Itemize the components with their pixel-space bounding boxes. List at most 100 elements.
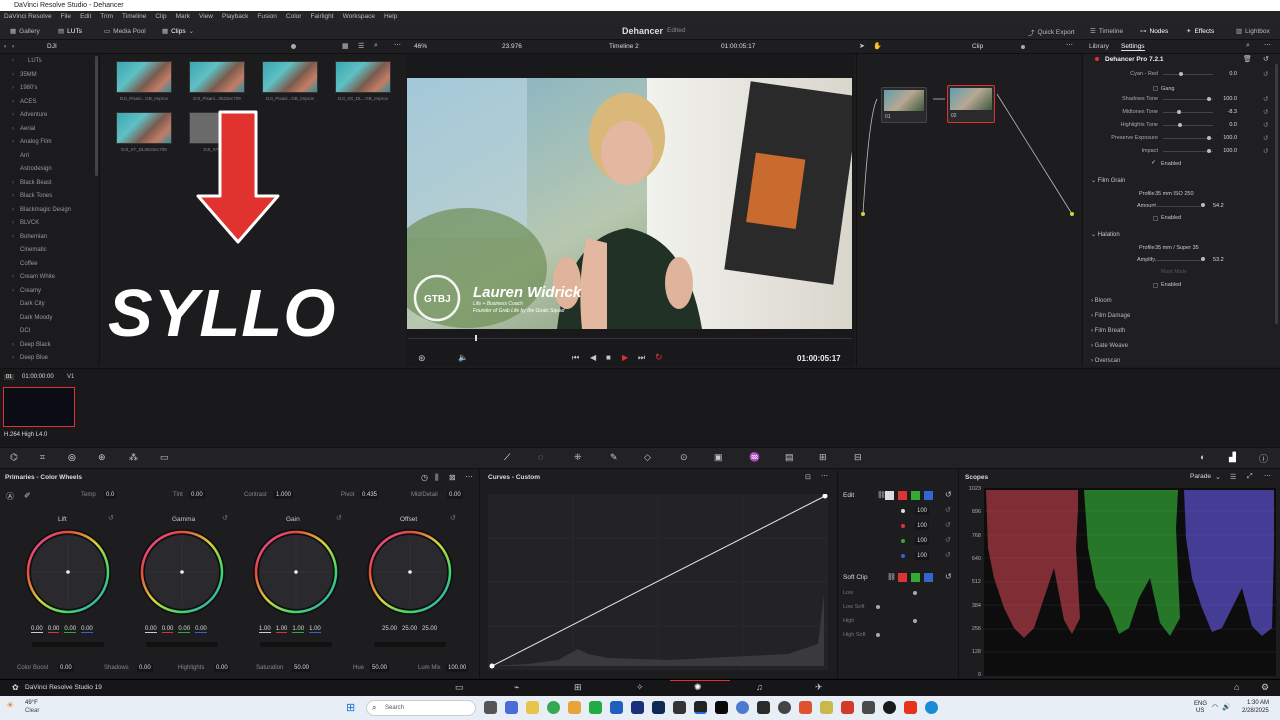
bars-icon[interactable]: ⫼ [435,473,439,483]
lut-folder-item[interactable]: Dark Moody [0,312,99,326]
page-color-icon[interactable]: ✺ [694,682,702,693]
app-icon[interactable] [526,701,539,714]
softclip-r-button[interactable] [898,573,907,582]
clip-thumbnail[interactable] [335,61,391,93]
soft-clip-slider[interactable] [876,605,880,609]
param-slider[interactable] [1207,136,1211,140]
master-wheel-slider[interactable] [260,642,332,647]
reset-icon[interactable]: ↺ [945,521,951,529]
clip-thumbnail[interactable] [189,61,245,93]
menu-item[interactable]: Workspace [343,13,375,20]
effects-button[interactable]: ✦ Effects [1186,27,1214,36]
color-wheel[interactable] [364,526,456,618]
adjust-value[interactable]: 100.00 [446,664,469,672]
app-icon[interactable] [778,701,791,714]
lut-folder-item[interactable]: Creamy [0,285,99,299]
wheel-value[interactable]: 1.00 [292,626,305,633]
settings-icon[interactable]: ☰ [1230,473,1236,481]
adjust-value[interactable]: 0.00 [58,664,74,672]
gang-checkbox[interactable] [1153,86,1158,91]
tab-settings[interactable]: Settings [1121,43,1145,51]
lut-folder-item[interactable]: Blackmagic Design [0,204,99,218]
chrome-icon[interactable] [547,701,560,714]
bin-forward-icon[interactable]: › [12,43,14,50]
pivot-value[interactable]: 0.435 [360,491,380,499]
channel-y-button[interactable] [885,491,894,500]
master-wheel-slider[interactable] [374,642,446,647]
link-icon[interactable]: ⛓ [887,573,896,581]
lut-folder-item[interactable]: Dark City [0,298,99,312]
lut-folder-item[interactable]: DCI [0,325,99,339]
blur-icon[interactable]: ♒ [749,452,760,463]
scope-mode-dropdown[interactable]: Parade [1190,473,1211,480]
page-edit-icon[interactable]: ⊞ [574,682,582,693]
sizing-icon[interactable]: ⊞ [819,452,827,463]
wifi-icon[interactable]: ◠ [1212,703,1218,711]
menu-item[interactable]: Timeline [122,13,146,20]
clip-mode-selector[interactable]: Clip [972,43,983,50]
page-deliver-icon[interactable]: ✈ [815,682,823,693]
scrollbar[interactable] [95,56,98,176]
grain-profile-dropdown[interactable]: 35 mm ISO 250 [1155,191,1231,197]
param-slider[interactable] [1178,123,1182,127]
timeline-clip[interactable] [3,387,75,427]
magic-mask-icon[interactable]: ▣ [714,452,723,463]
color-warper-icon[interactable]: ◌ [538,452,543,462]
app-icon[interactable] [736,701,749,714]
app-icon[interactable] [904,701,917,714]
wheel-value[interactable]: 25.00 [402,626,417,632]
lut-folder-item[interactable]: Black Beast [0,177,99,191]
camera-raw-icon[interactable]: ⌬ [10,452,18,463]
tracker-icon[interactable]: ⊙ [680,452,688,463]
param-value[interactable]: 0.0 [1215,122,1237,128]
more-icon[interactable]: ⋯ [821,472,828,480]
trash-icon[interactable]: 🗑 [1243,55,1252,63]
reset-icon[interactable]: ↺ [1263,108,1268,116]
menu-item[interactable]: DaVinci Resolve [4,13,52,20]
soft-clip-slider[interactable] [876,633,880,637]
app-icon[interactable] [820,701,833,714]
wheel-value[interactable]: 25.00 [382,626,397,632]
lut-folder-item[interactable]: Bohemian [0,231,99,245]
collapsed-section[interactable]: › Film Damage [1091,313,1130,319]
lut-folder-item[interactable]: Cinematic [0,244,99,258]
color-wheel[interactable] [136,526,228,618]
reset-icon[interactable]: ↺ [945,536,951,544]
wheel-value[interactable]: 1.00 [309,626,321,633]
channel-b-button[interactable] [924,491,933,500]
weather-icon[interactable]: ☀ [6,700,14,711]
wheel-value[interactable]: 0.00 [145,626,157,633]
wheel-value[interactable]: 0.00 [81,626,93,633]
halation-enabled-checkbox[interactable] [1153,283,1158,288]
page-fairlight-icon[interactable]: ♫ [756,682,763,692]
menu-item[interactable]: Trim [100,13,113,20]
more-icon[interactable]: ⋯ [1264,472,1271,480]
menu-item[interactable]: Edit [80,13,91,20]
reset-icon[interactable]: ↺ [336,514,342,522]
app-icon[interactable] [841,701,854,714]
node-02[interactable]: 02 [947,85,995,123]
quick-export-button[interactable]: ⤴ Quick Export [1028,27,1075,38]
thumb-size-slider[interactable] [291,44,296,49]
reset-icon[interactable]: ↺ [945,572,952,581]
key-icon[interactable]: ▤ [785,452,794,463]
wheel-value[interactable]: 0.00 [47,626,60,633]
menu-item[interactable]: Clip [155,13,166,20]
clips-button[interactable]: ▦ Clips ⌄ [162,27,194,36]
menu-item[interactable]: Fusion [257,13,277,20]
stop-icon[interactable]: ■ [606,353,611,362]
pointer-icon[interactable]: ➤ [859,42,865,50]
photoshop-icon[interactable] [652,701,665,714]
settings-icon[interactable]: ⚙ [1261,682,1269,693]
channel-value[interactable]: 100 [915,552,930,560]
channel-value[interactable]: 100 [915,507,930,515]
lut-folder-item[interactable]: ACES [0,96,99,110]
luts-button[interactable]: ▤ LUTs [58,27,82,36]
clip-thumbnail[interactable] [262,61,318,93]
qualifier-icon[interactable]: ⁜ [574,452,582,463]
softclip-g-button[interactable] [911,573,920,582]
loop-icon[interactable]: ↻ [655,352,663,363]
halation-amplify-slider[interactable] [1201,257,1205,261]
3d-icon[interactable]: ⊟ [854,452,862,463]
halation-amplify-value[interactable]: 53.2 [1213,257,1224,263]
